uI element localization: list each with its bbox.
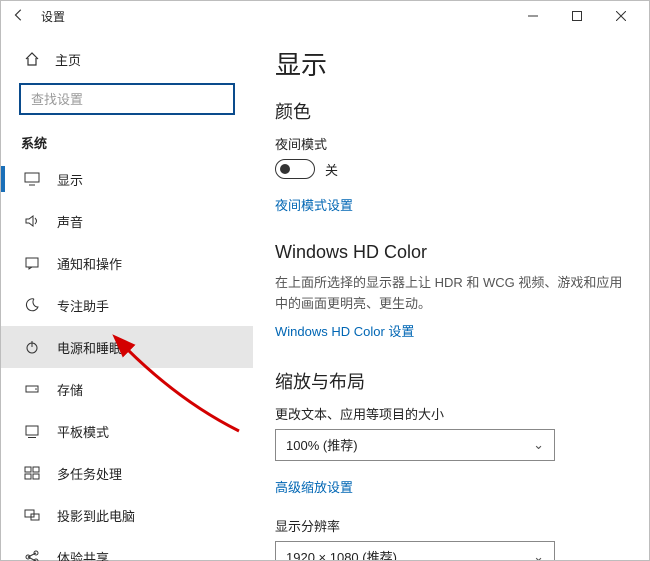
sidebar-item-label: 通知和操作 bbox=[57, 254, 122, 273]
sidebar-item-storage[interactable]: 存储 bbox=[1, 368, 253, 410]
sidebar-item-label: 平板模式 bbox=[57, 422, 109, 441]
back-button[interactable] bbox=[9, 8, 29, 25]
text-size-select[interactable]: 100% (推荐) ⌄ bbox=[275, 429, 555, 461]
sidebar-item-label: 显示 bbox=[57, 170, 83, 189]
advanced-scale-link[interactable]: 高级缩放设置 bbox=[275, 477, 353, 496]
resolution-label: 显示分辨率 bbox=[275, 516, 627, 535]
resolution-value: 1920 × 1080 (推荐) bbox=[286, 547, 397, 560]
home-icon bbox=[23, 51, 41, 67]
storage-icon bbox=[23, 381, 41, 397]
sidebar-item-tablet[interactable]: 平板模式 bbox=[1, 410, 253, 452]
resolution-select[interactable]: 1920 × 1080 (推荐) ⌄ bbox=[275, 541, 555, 560]
sidebar-item-display[interactable]: 显示 bbox=[1, 158, 253, 200]
home-link[interactable]: 主页 bbox=[1, 41, 253, 77]
window-controls bbox=[511, 2, 643, 30]
settings-window: 设置 主页 系统 显示 bbox=[0, 0, 650, 561]
toggle-state: 关 bbox=[325, 160, 338, 179]
sidebar: 主页 系统 显示 声音 通知和操作 bbox=[1, 31, 253, 560]
group-label: 系统 bbox=[1, 125, 253, 158]
sidebar-item-focus[interactable]: 专注助手 bbox=[1, 284, 253, 326]
project-icon bbox=[23, 507, 41, 523]
section-color: 颜色 bbox=[275, 98, 627, 124]
sidebar-item-label: 存储 bbox=[57, 380, 83, 399]
page-title: 显示 bbox=[275, 45, 627, 82]
sidebar-item-label: 多任务处理 bbox=[57, 464, 122, 483]
window-title: 设置 bbox=[41, 8, 65, 25]
monitor-icon bbox=[23, 171, 41, 187]
sidebar-item-label: 电源和睡眠 bbox=[57, 338, 122, 357]
sidebar-item-share[interactable]: 体验共享 bbox=[1, 536, 253, 561]
power-icon bbox=[23, 339, 41, 355]
maximize-button[interactable] bbox=[555, 2, 599, 30]
content-pane: 显示 颜色 夜间模式 关 夜间模式设置 Windows HD Color 在上面… bbox=[253, 31, 649, 560]
home-label: 主页 bbox=[55, 50, 81, 69]
chevron-down-icon: ⌄ bbox=[533, 437, 544, 453]
sidebar-item-label: 声音 bbox=[57, 212, 83, 231]
sidebar-item-sound[interactable]: 声音 bbox=[1, 200, 253, 242]
search-input[interactable] bbox=[19, 83, 235, 115]
close-button[interactable] bbox=[599, 2, 643, 30]
minimize-button[interactable] bbox=[511, 2, 555, 30]
tablet-icon bbox=[23, 423, 41, 439]
sidebar-item-label: 体验共享 bbox=[57, 548, 109, 561]
chevron-down-icon: ⌄ bbox=[533, 549, 544, 560]
sidebar-item-label: 投影到此电脑 bbox=[57, 506, 135, 525]
night-mode-toggle[interactable] bbox=[275, 159, 315, 179]
hd-settings-link[interactable]: Windows HD Color 设置 bbox=[275, 321, 414, 340]
sidebar-item-label: 专注助手 bbox=[57, 296, 109, 315]
night-mode-label: 夜间模式 bbox=[275, 134, 627, 153]
share-icon bbox=[23, 549, 41, 561]
notification-icon bbox=[23, 255, 41, 271]
section-hd: Windows HD Color bbox=[275, 242, 627, 263]
sidebar-item-power[interactable]: 电源和睡眠 bbox=[1, 326, 253, 368]
multitask-icon bbox=[23, 465, 41, 481]
sidebar-item-project[interactable]: 投影到此电脑 bbox=[1, 494, 253, 536]
sidebar-item-multitask[interactable]: 多任务处理 bbox=[1, 452, 253, 494]
section-scale: 缩放与布局 bbox=[275, 368, 627, 394]
text-size-label: 更改文本、应用等项目的大小 bbox=[275, 404, 627, 423]
sidebar-item-notifications[interactable]: 通知和操作 bbox=[1, 242, 253, 284]
moon-icon bbox=[23, 297, 41, 313]
text-size-value: 100% (推荐) bbox=[286, 435, 358, 454]
sound-icon bbox=[23, 213, 41, 229]
hd-description: 在上面所选择的显示器上让 HDR 和 WCG 视频、游戏和应用中的画面更明亮、更… bbox=[275, 273, 625, 315]
titlebar: 设置 bbox=[1, 1, 649, 31]
night-mode-settings-link[interactable]: 夜间模式设置 bbox=[275, 195, 353, 214]
